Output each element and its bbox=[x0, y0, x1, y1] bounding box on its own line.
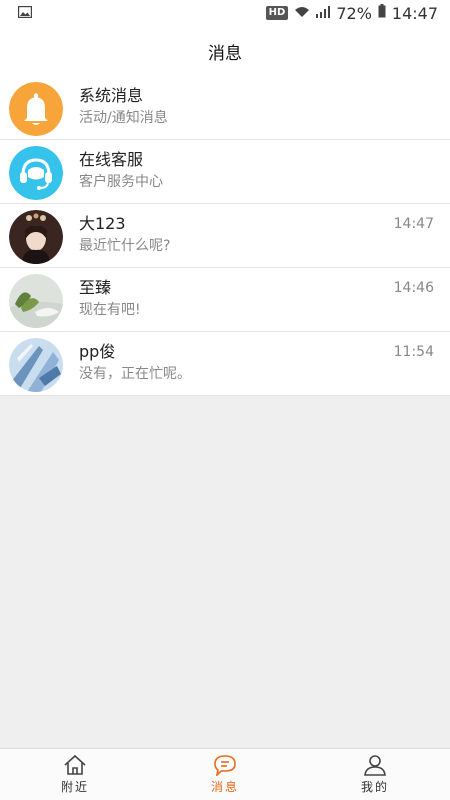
person-icon bbox=[363, 754, 387, 778]
battery-percent: 72% bbox=[336, 3, 372, 23]
message-preview: 客户服务中心 bbox=[79, 174, 163, 190]
bell-icon bbox=[9, 82, 63, 136]
status-bar: HD 72% 14:47 bbox=[0, 0, 450, 26]
message-preview: 没有，正在忙呢。 bbox=[79, 366, 191, 382]
title-bar: 消息 bbox=[0, 26, 450, 76]
tab-mine[interactable]: 我的 bbox=[300, 749, 450, 800]
clock: 14:47 bbox=[391, 3, 438, 23]
message-item-service[interactable]: 在线客服 客户服务中心 bbox=[0, 140, 450, 204]
hd-badge: HD bbox=[265, 6, 289, 20]
chat-icon bbox=[213, 754, 237, 778]
message-name: 至臻 bbox=[79, 278, 112, 297]
page-title: 消息 bbox=[208, 43, 242, 64]
message-preview: 现在有吧! bbox=[79, 302, 141, 318]
message-time: 14:46 bbox=[393, 280, 434, 296]
message-preview: 最近忙什么呢? bbox=[79, 238, 171, 254]
message-list: 系统消息 活动/通知消息 在线客服 客户服务中心 大123 最近忙什么呢? 14… bbox=[0, 76, 450, 396]
message-item-chat[interactable]: pp俊 没有，正在忙呢。 11:54 bbox=[0, 332, 450, 396]
user-avatar bbox=[9, 210, 63, 264]
tab-label: 我的 bbox=[360, 780, 389, 794]
message-item-system[interactable]: 系统消息 活动/通知消息 bbox=[0, 76, 450, 140]
home-icon bbox=[63, 754, 87, 778]
user-avatar bbox=[9, 338, 63, 392]
signal-icon bbox=[316, 4, 331, 22]
message-name: 系统消息 bbox=[79, 86, 144, 105]
message-preview: 活动/通知消息 bbox=[79, 110, 168, 126]
battery-icon bbox=[378, 4, 386, 22]
message-name: 大123 bbox=[79, 214, 126, 233]
message-item-chat[interactable]: 至臻 现在有吧! 14:46 bbox=[0, 268, 450, 332]
top-bar: HD 72% 14:47 消息 bbox=[0, 0, 450, 76]
message-item-chat[interactable]: 大123 最近忙什么呢? 14:47 bbox=[0, 204, 450, 268]
message-time: 11:54 bbox=[393, 344, 434, 360]
tab-label: 消息 bbox=[210, 780, 239, 794]
wifi-icon bbox=[294, 4, 310, 22]
message-time: 14:47 bbox=[393, 216, 434, 232]
user-avatar bbox=[9, 274, 63, 328]
headset-icon bbox=[9, 146, 63, 200]
bottom-tabbar: 附近 消息 我的 bbox=[0, 748, 450, 800]
tab-nearby[interactable]: 附近 bbox=[0, 749, 150, 800]
message-name: 在线客服 bbox=[79, 150, 144, 169]
tab-messages[interactable]: 消息 bbox=[150, 749, 300, 800]
message-name: pp俊 bbox=[79, 342, 116, 361]
tab-label: 附近 bbox=[60, 780, 89, 794]
gallery-notification-icon bbox=[17, 4, 33, 22]
